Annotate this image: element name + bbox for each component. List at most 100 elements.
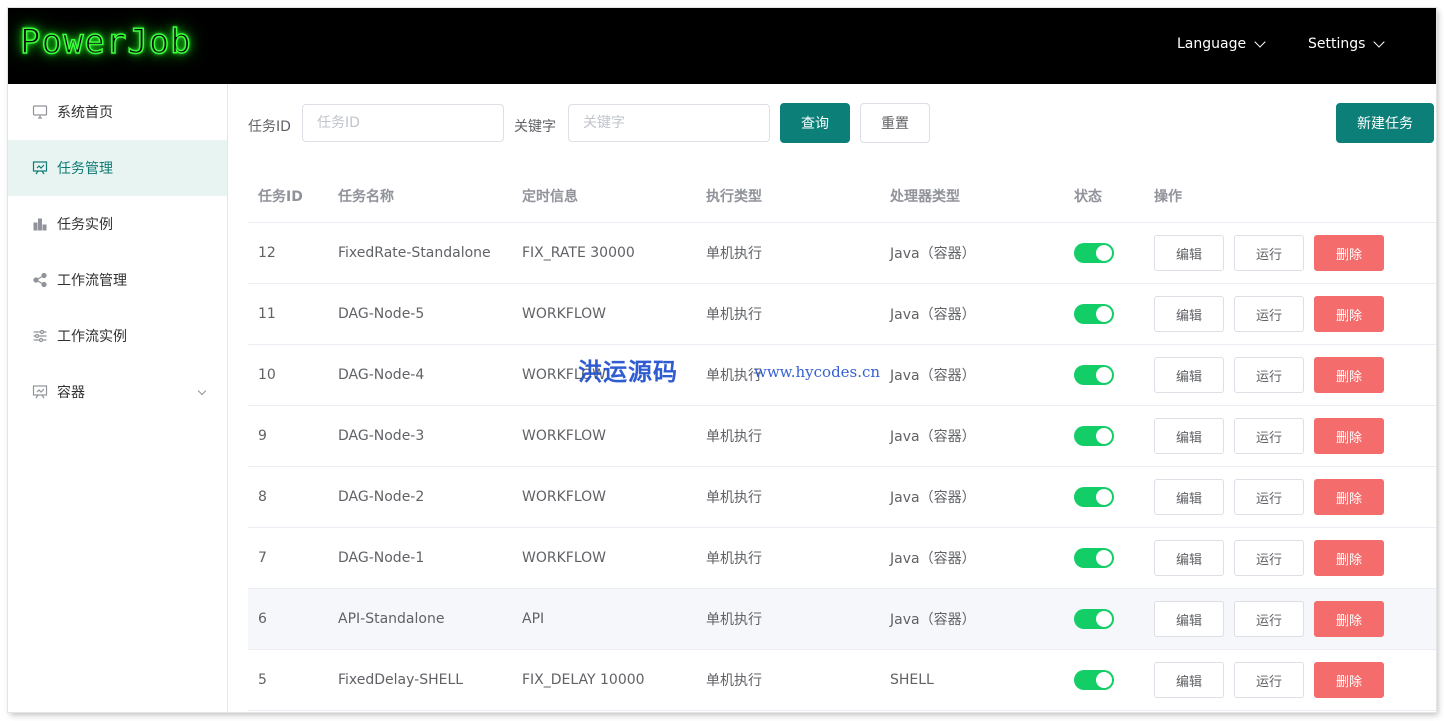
job-id-cell: 10 (258, 367, 276, 383)
actions-cell: 编辑 运行 删除 (1144, 662, 1436, 698)
job-id-cell: 9 (258, 428, 267, 444)
actions-cell: 编辑 运行 删除 (1144, 601, 1436, 637)
run-button[interactable]: 运行 (1234, 296, 1304, 332)
chevron-down-icon[interactable] (197, 386, 207, 396)
status-toggle[interactable] (1074, 243, 1114, 263)
language-dropdown[interactable]: Language (1177, 35, 1266, 52)
main-content: 任务ID 关键字 查询 重置 新建任务 任务ID 任务名称 定时信息 执行类型 … (228, 84, 1436, 712)
reset-button[interactable]: 重置 (860, 103, 930, 143)
settings-dropdown[interactable]: Settings (1308, 35, 1386, 52)
exec-type-cell: 单机执行 (706, 612, 762, 628)
run-button[interactable]: 运行 (1234, 418, 1304, 454)
job-id-input[interactable] (302, 104, 504, 142)
schedule-cell: WORKFLOW (522, 489, 606, 505)
schedule-cell: API (522, 611, 545, 627)
delete-button[interactable]: 删除 (1314, 540, 1384, 576)
status-toggle[interactable] (1074, 548, 1114, 568)
actions-cell: 编辑 运行 删除 (1144, 479, 1436, 515)
sidebar-item-container[interactable]: 容器 (8, 364, 227, 420)
delete-button[interactable]: 删除 (1314, 235, 1384, 271)
run-button[interactable]: 运行 (1234, 601, 1304, 637)
run-button[interactable]: 运行 (1234, 662, 1304, 698)
sidebar-item-job-instances[interactable]: 任务实例 (8, 196, 227, 252)
chevron-down-icon (1254, 35, 1266, 48)
job-name-cell: FixedRate-Standalone (338, 245, 491, 261)
schedule-cell: WORKFLOW (522, 306, 606, 322)
exec-type-cell: 单机执行 (706, 429, 762, 445)
exec-type-cell: 单机执行 (706, 551, 762, 567)
processor-type-cell: Java（容器） (890, 612, 976, 628)
status-toggle[interactable] (1074, 426, 1114, 446)
schedule-cell: FIX_RATE 30000 (522, 245, 635, 261)
actions-cell: 编辑 运行 删除 (1144, 418, 1436, 454)
query-button[interactable]: 查询 (780, 103, 850, 143)
top-header: PowerJob Language Settings (8, 8, 1436, 84)
status-cell (1064, 243, 1144, 263)
edit-button[interactable]: 编辑 (1154, 601, 1224, 637)
column-header: 执行类型 (706, 189, 762, 205)
job-name-cell: FixedDelay-SHELL (338, 672, 464, 688)
status-toggle[interactable] (1074, 304, 1114, 324)
powerjob-logo[interactable]: PowerJob (19, 21, 192, 63)
status-toggle[interactable] (1074, 670, 1114, 690)
processor-type-cell: Java（容器） (890, 490, 976, 506)
processor-type-cell: Java（容器） (890, 368, 976, 384)
edit-button[interactable]: 编辑 (1154, 418, 1224, 454)
edit-button[interactable]: 编辑 (1154, 540, 1224, 576)
status-toggle[interactable] (1074, 487, 1114, 507)
table-header: 任务ID 任务名称 定时信息 执行类型 处理器类型 状态 操作 (248, 170, 1436, 223)
sidebar-item-label: 系统首页 (57, 105, 113, 121)
delete-button[interactable]: 删除 (1314, 662, 1384, 698)
presentation-board-icon (32, 384, 48, 400)
sidebar-item-job-management[interactable]: 任务管理 (8, 140, 227, 196)
table-row: 12 FixedRate-Standalone FIX_RATE 30000 单机执行… (248, 223, 1436, 284)
actions-cell: 编辑 运行 删除 (1144, 540, 1436, 576)
delete-button[interactable]: 删除 (1314, 479, 1384, 515)
job-id-cell: 11 (258, 306, 276, 322)
table-row: 9 DAG-Node-3 WORKFLOW 单机执行 Java（容器） 编辑 运行 删除 (248, 406, 1436, 467)
delete-button[interactable]: 删除 (1314, 418, 1384, 454)
run-button[interactable]: 运行 (1234, 479, 1304, 515)
sidebar-item-workflow-management[interactable]: 工作流管理 (8, 252, 227, 308)
edit-button[interactable]: 编辑 (1154, 479, 1224, 515)
delete-button[interactable]: 删除 (1314, 296, 1384, 332)
schedule-cell: FIX_DELAY 10000 (522, 672, 645, 688)
table-row: 8 DAG-Node-2 WORKFLOW 单机执行 Java（容器） 编辑 运行 删除 (248, 467, 1436, 528)
keyword-input[interactable] (568, 104, 770, 142)
column-header: 定时信息 (522, 189, 578, 205)
delete-button[interactable]: 删除 (1314, 601, 1384, 637)
run-button[interactable]: 运行 (1234, 235, 1304, 271)
delete-button[interactable]: 删除 (1314, 357, 1384, 393)
column-header: 状态 (1074, 189, 1102, 205)
sidebar-item-label: 容器 (57, 385, 85, 401)
sidebar: 系统首页 任务管理 任务实例 工作流管理 工作流实例 容器 (8, 84, 228, 712)
schedule-cell: WORKFLOW (522, 550, 606, 566)
status-cell (1064, 609, 1144, 629)
run-button[interactable]: 运行 (1234, 540, 1304, 576)
table-body: 12 FixedRate-Standalone FIX_RATE 30000 单机执行… (248, 223, 1436, 711)
job-id-cell: 12 (258, 245, 276, 261)
job-id-label: 任务ID (248, 119, 291, 135)
edit-button[interactable]: 编辑 (1154, 296, 1224, 332)
processor-type-cell: Java（容器） (890, 429, 976, 445)
edit-button[interactable]: 编辑 (1154, 662, 1224, 698)
edit-button[interactable]: 编辑 (1154, 235, 1224, 271)
edit-button[interactable]: 编辑 (1154, 357, 1224, 393)
status-toggle[interactable] (1074, 609, 1114, 629)
job-id-cell: 6 (258, 611, 267, 627)
table-row: 7 DAG-Node-1 WORKFLOW 单机执行 Java（容器） 编辑 运行 删除 (248, 528, 1436, 589)
job-id-cell: 8 (258, 489, 267, 505)
sidebar-item-home[interactable]: 系统首页 (8, 84, 227, 140)
exec-type-cell: 单机执行 (706, 673, 762, 689)
new-job-button[interactable]: 新建任务 (1336, 103, 1434, 143)
processor-type-cell: Java（容器） (890, 307, 976, 323)
exec-type-cell: 单机执行 (706, 246, 762, 262)
sidebar-item-workflow-instances[interactable]: 工作流实例 (8, 308, 227, 364)
actions-cell: 编辑 运行 删除 (1144, 357, 1436, 393)
run-button[interactable]: 运行 (1234, 357, 1304, 393)
job-name-cell: DAG-Node-3 (338, 428, 425, 444)
presentation-board-icon (32, 160, 48, 176)
status-toggle[interactable] (1074, 365, 1114, 385)
table-row: 6 API-Standalone API 单机执行 Java（容器） 编辑 运行 删除 (248, 589, 1436, 650)
table-row: 11 DAG-Node-5 WORKFLOW 单机执行 Java（容器） 编辑 运行 删除 (248, 284, 1436, 345)
